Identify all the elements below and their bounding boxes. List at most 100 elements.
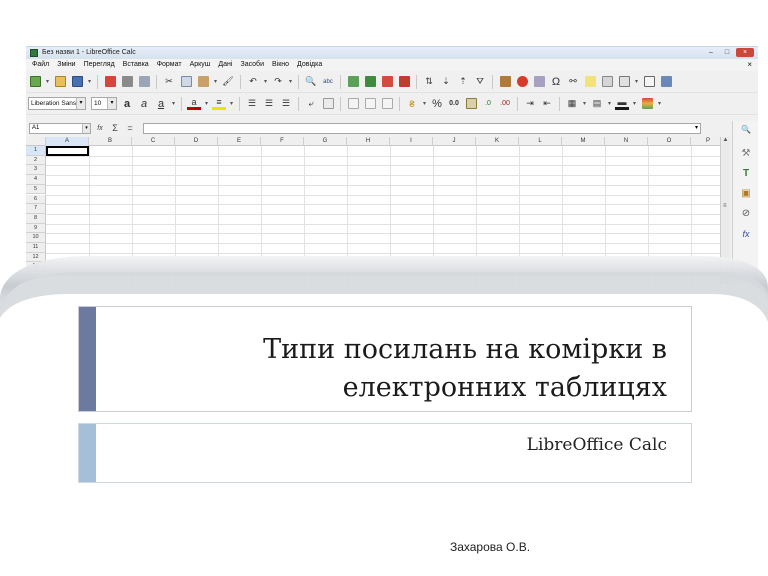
- conditional-dropdown-icon[interactable]: ▾: [657, 100, 662, 107]
- print-preview-icon[interactable]: [137, 75, 151, 89]
- spreadsheet-grid[interactable]: A B C D E F G H I J K L M N O P 1 2 3 4 …: [26, 137, 726, 284]
- undo-icon[interactable]: ↶: [246, 75, 260, 89]
- special-character-icon[interactable]: Ω: [549, 75, 563, 89]
- font-size-dropdown-icon[interactable]: ▾: [107, 98, 116, 109]
- print-icon[interactable]: [120, 75, 134, 89]
- row-icon[interactable]: [346, 75, 360, 89]
- borders-icon[interactable]: ▦: [565, 97, 579, 111]
- sidebar-properties-icon[interactable]: ⚒: [739, 147, 753, 161]
- find-replace-icon[interactable]: 🔍: [304, 75, 318, 89]
- currency-format-icon[interactable]: ₴: [405, 97, 419, 111]
- name-box[interactable]: A1 ▾: [29, 122, 91, 134]
- new-document-icon[interactable]: [28, 75, 42, 89]
- column-header-n[interactable]: N: [605, 137, 648, 146]
- menu-edit[interactable]: Зміни: [53, 59, 79, 71]
- row-header-6[interactable]: 6: [26, 194, 46, 205]
- redo-icon[interactable]: ↷: [271, 75, 285, 89]
- close-document-button[interactable]: ×: [747, 59, 752, 71]
- sidebar-navigator-icon[interactable]: ⊘: [739, 207, 753, 221]
- column-header-b[interactable]: B: [89, 137, 132, 146]
- sidebar-search-icon[interactable]: 🔍: [739, 123, 753, 137]
- row-header-13[interactable]: 13: [26, 262, 46, 273]
- insert-image-icon[interactable]: [498, 75, 512, 89]
- function-wizard-icon[interactable]: fx: [94, 123, 106, 134]
- row-header-9[interactable]: 9: [26, 223, 46, 234]
- name-box-dropdown-icon[interactable]: ▾: [82, 123, 90, 133]
- scroll-up-icon[interactable]: ▲: [721, 137, 730, 143]
- sum-icon[interactable]: Σ: [109, 123, 121, 134]
- font-color-icon[interactable]: a: [187, 97, 201, 110]
- sort-ascending-icon[interactable]: ⇣: [439, 75, 453, 89]
- align-middle-icon[interactable]: [363, 97, 377, 111]
- spelling-icon[interactable]: abc: [321, 75, 335, 89]
- column-header-g[interactable]: G: [304, 137, 347, 146]
- row-header-5[interactable]: 5: [26, 184, 46, 195]
- menu-file[interactable]: Файл: [28, 59, 53, 71]
- row-header-2[interactable]: 2: [26, 155, 46, 166]
- paste-icon[interactable]: [196, 75, 210, 89]
- column-header-j[interactable]: J: [433, 137, 476, 146]
- row-header-3[interactable]: 3: [26, 165, 46, 176]
- add-decimal-icon[interactable]: .0: [481, 97, 495, 111]
- autofilter-icon[interactable]: ⛛: [473, 75, 487, 89]
- column-header-l[interactable]: L: [519, 137, 562, 146]
- row-header-11[interactable]: 11: [26, 243, 46, 253]
- column-header-c[interactable]: C: [132, 137, 175, 146]
- underline-button[interactable]: a: [154, 97, 168, 111]
- column-icon[interactable]: [363, 75, 377, 89]
- select-all-corner[interactable]: [26, 137, 46, 146]
- align-right-icon[interactable]: ☰: [279, 97, 293, 111]
- column-header-o[interactable]: O: [648, 137, 691, 146]
- font-name-box[interactable]: Liberation Sans ▾: [28, 97, 86, 110]
- maximize-button[interactable]: □: [720, 48, 734, 57]
- insert-chart-icon[interactable]: [515, 75, 529, 89]
- formula-input[interactable]: ▾: [143, 122, 701, 134]
- hyperlink-icon[interactable]: ⚯: [566, 75, 580, 89]
- expand-formula-icon[interactable]: ▾: [695, 124, 698, 131]
- column-header-a[interactable]: A: [46, 137, 89, 146]
- column-header-e[interactable]: E: [218, 137, 261, 146]
- sort-icon[interactable]: ⇅: [422, 75, 436, 89]
- merge-cells-icon[interactable]: [321, 97, 335, 111]
- comment-icon[interactable]: [583, 75, 597, 89]
- conditional-format-icon[interactable]: [640, 97, 654, 111]
- column-header-k[interactable]: K: [476, 137, 519, 146]
- row-header-12[interactable]: 12: [26, 252, 46, 263]
- percent-format-button[interactable]: %: [430, 97, 444, 111]
- row-header-1[interactable]: 1: [26, 146, 46, 156]
- paste-dropdown-icon[interactable]: ▾: [213, 78, 218, 85]
- undo-dropdown-icon[interactable]: ▾: [263, 78, 268, 85]
- menu-view[interactable]: Перегляд: [80, 59, 119, 71]
- open-folder-icon[interactable]: [53, 75, 67, 89]
- insert-rows-icon[interactable]: [380, 75, 394, 89]
- clone-formatting-icon[interactable]: 🖌: [221, 75, 235, 89]
- menu-insert[interactable]: Вставка: [119, 59, 153, 71]
- freeze-rows-icon[interactable]: [642, 75, 656, 89]
- copy-icon[interactable]: [179, 75, 193, 89]
- row-header-7[interactable]: 7: [26, 204, 46, 214]
- highlight-dropdown-icon[interactable]: ▾: [229, 100, 234, 107]
- split-window-icon[interactable]: [659, 75, 673, 89]
- date-format-icon[interactable]: [464, 97, 478, 111]
- define-print-area-icon[interactable]: [617, 75, 631, 89]
- menu-sheet[interactable]: Аркуш: [186, 59, 215, 71]
- menu-help[interactable]: Довідка: [293, 59, 326, 71]
- menu-window[interactable]: Вікно: [268, 59, 293, 71]
- italic-button[interactable]: a: [137, 97, 151, 111]
- split-handle-icon[interactable]: ≡: [723, 203, 727, 209]
- highlight-color-icon[interactable]: ≡: [212, 97, 226, 110]
- delete-decimal-icon[interactable]: .00: [498, 97, 512, 111]
- export-pdf-icon[interactable]: [103, 75, 117, 89]
- headers-footers-icon[interactable]: [600, 75, 614, 89]
- column-header-h[interactable]: H: [347, 137, 390, 146]
- menu-data[interactable]: Дані: [214, 59, 236, 71]
- font-name-dropdown-icon[interactable]: ▾: [76, 98, 85, 109]
- decrease-indent-icon[interactable]: ⇤: [540, 97, 554, 111]
- save-icon[interactable]: [70, 75, 84, 89]
- align-center-icon[interactable]: ☰: [262, 97, 276, 111]
- border-style-icon[interactable]: ▤: [590, 97, 604, 111]
- column-header-f[interactable]: F: [261, 137, 304, 146]
- redo-dropdown-icon[interactable]: ▾: [288, 78, 293, 85]
- minimize-button[interactable]: –: [704, 48, 718, 57]
- wrap-text-icon[interactable]: ⤶: [304, 97, 318, 111]
